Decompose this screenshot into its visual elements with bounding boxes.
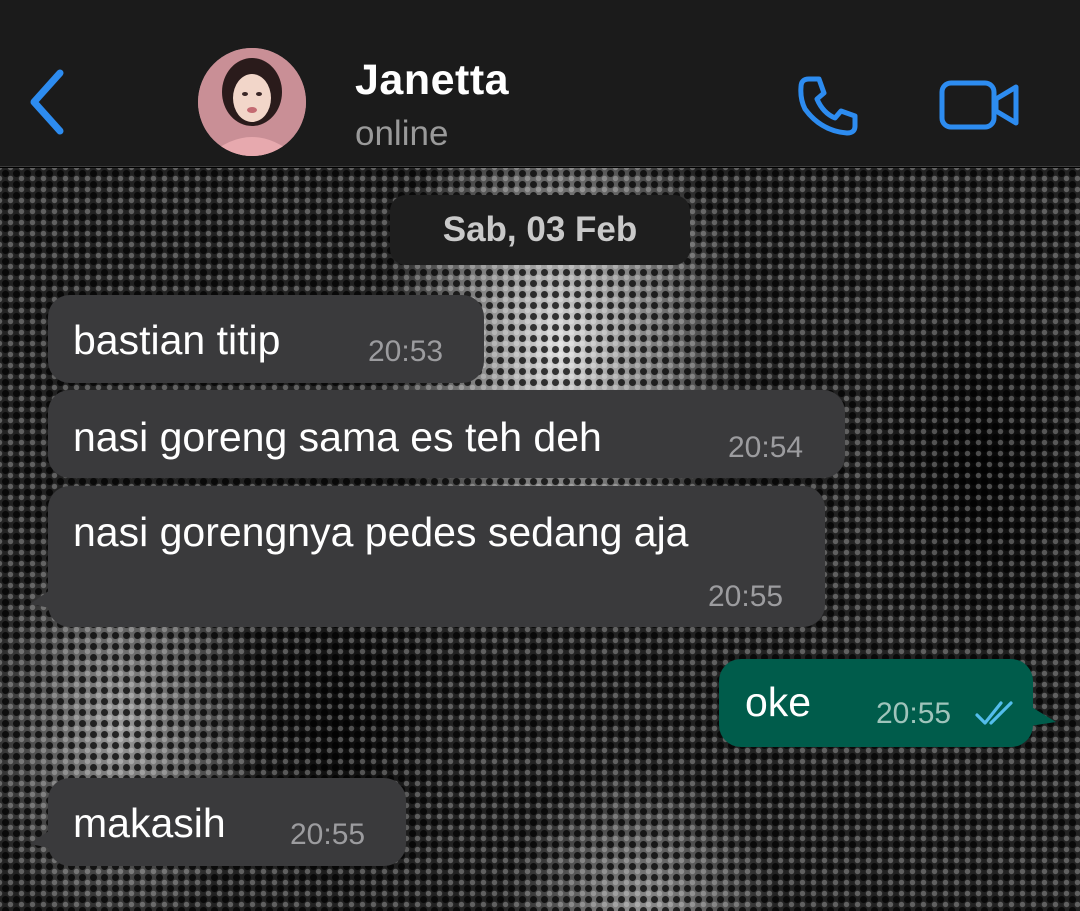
bubble-tail: [30, 590, 50, 608]
message-text: makasih: [73, 800, 226, 846]
message-bubble-incoming[interactable]: nasi gorengnya pedes sedang aja 20:55: [48, 486, 825, 627]
message-bubble-incoming[interactable]: makasih 20:55: [48, 778, 406, 866]
back-button[interactable]: [18, 62, 78, 142]
message-text: bastian titip: [73, 317, 281, 363]
message-time: 20:55: [708, 580, 784, 613]
message-bubble-incoming[interactable]: bastian titip 20:53: [48, 295, 484, 383]
phone-icon: [798, 76, 858, 136]
message-time: 20:55: [876, 697, 952, 730]
message-bubble-incoming[interactable]: nasi goreng sama es teh deh 20:54: [48, 390, 845, 478]
avatar[interactable]: [198, 48, 306, 156]
date-separator: Sab, 03 Feb: [390, 195, 690, 265]
chevron-left-icon: [30, 69, 64, 135]
bubble-tail: [30, 830, 50, 848]
contact-name[interactable]: Janetta: [355, 56, 509, 105]
chat-header: Janetta online: [0, 0, 1080, 167]
contact-status: online: [355, 114, 449, 153]
double-check-icon: [975, 701, 1013, 725]
voice-call-button[interactable]: [788, 66, 868, 146]
message-text: nasi gorengnya pedes sedang aja: [73, 509, 689, 555]
message-bubble-outgoing[interactable]: oke 20:55: [719, 659, 1033, 747]
message-time: 20:53: [368, 335, 444, 368]
video-call-button[interactable]: [930, 70, 1030, 140]
message-text: oke: [745, 679, 812, 725]
avatar-image: [198, 48, 306, 156]
message-time: 20:54: [728, 431, 804, 464]
message-text: nasi goreng sama es teh deh: [73, 414, 602, 460]
video-camera-icon: [939, 80, 1019, 130]
message-time: 20:55: [290, 818, 366, 851]
bubble-tail: [1030, 706, 1056, 726]
